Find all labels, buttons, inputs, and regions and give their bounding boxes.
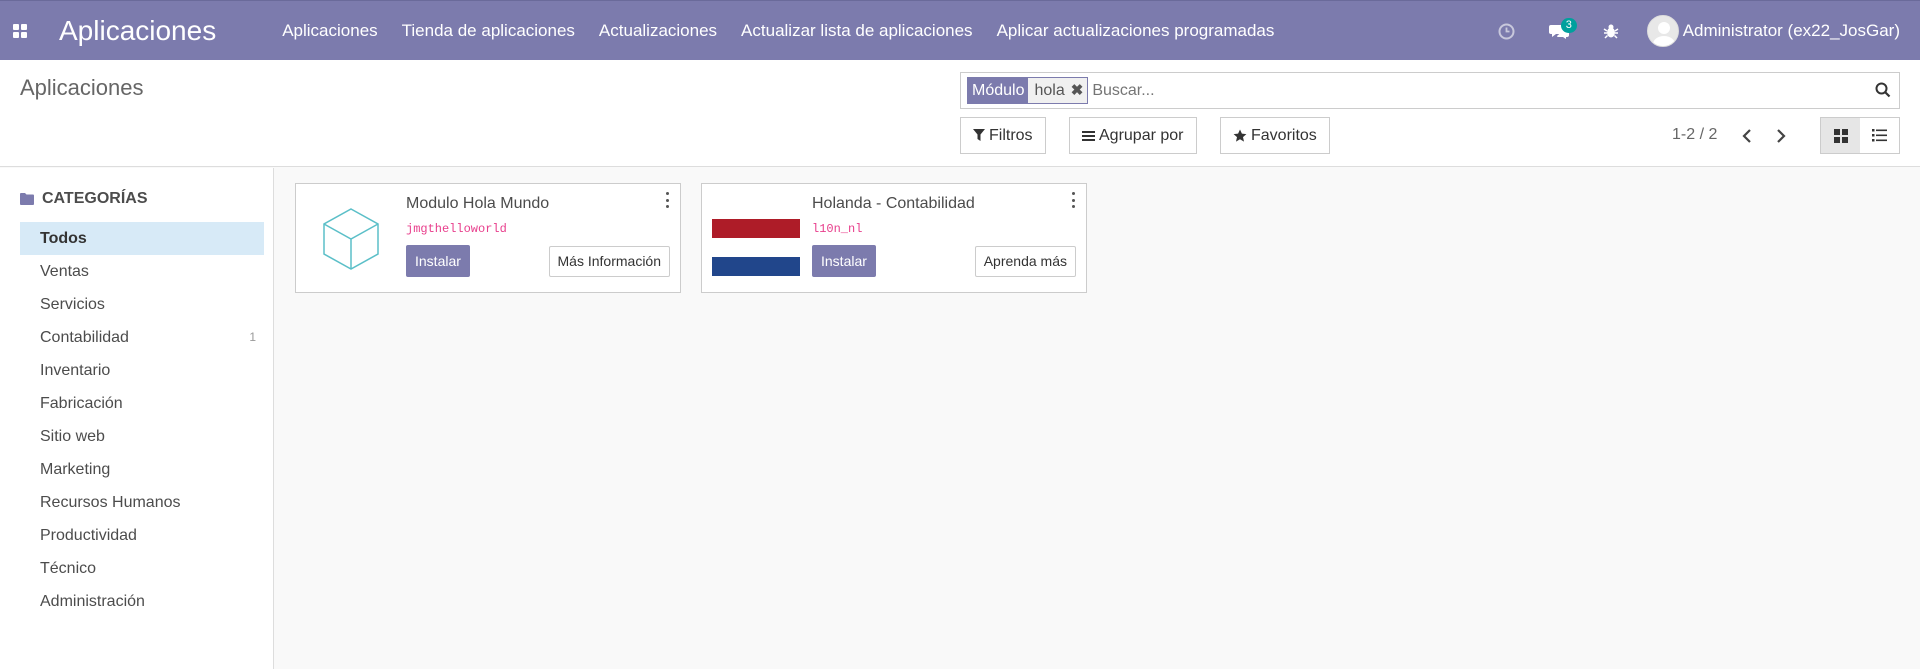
chat-icon[interactable]: 3 xyxy=(1533,1,1585,61)
menu-apps[interactable]: Aplicaciones xyxy=(270,1,389,61)
pager-next-icon[interactable] xyxy=(1771,126,1791,146)
category-label: Técnico xyxy=(40,560,97,577)
category-item-productivity[interactable]: Productividad xyxy=(20,519,264,552)
app-title: Modulo Hola Mundo xyxy=(406,195,550,212)
app-card[interactable]: Modulo Hola Mundo jmgthelloworld Instala… xyxy=(295,183,681,293)
category-item-marketing[interactable]: Marketing xyxy=(20,453,264,486)
app-title: Holanda - Contabilidad xyxy=(812,195,975,212)
bars-icon xyxy=(1082,130,1095,141)
category-item-technical[interactable]: Técnico xyxy=(20,552,264,585)
category-item-administration[interactable]: Administración xyxy=(20,585,264,618)
menu-updates[interactable]: Actualizaciones xyxy=(587,1,729,61)
categories-title: CATEGORÍAS xyxy=(42,190,148,207)
app-technical-name: l10n_nl xyxy=(812,222,863,236)
facet-remove-icon[interactable]: ✖ xyxy=(1071,78,1084,103)
breadcrumb: Aplicaciones xyxy=(20,75,144,100)
category-item-sales[interactable]: Ventas xyxy=(20,255,264,288)
bug-icon[interactable] xyxy=(1585,1,1637,61)
folder-icon xyxy=(20,193,34,205)
pager-previous-icon[interactable] xyxy=(1737,126,1757,146)
category-label: Administración xyxy=(40,593,145,610)
filter-icon xyxy=(973,129,985,141)
category-label: Ventas xyxy=(40,263,89,280)
category-item-website[interactable]: Sitio web xyxy=(20,420,264,453)
search-facet: Módulo hola ✖ xyxy=(967,77,1089,104)
category-label: Fabricación xyxy=(40,395,123,412)
pager-value[interactable]: 1-2 / 2 xyxy=(1672,126,1717,144)
menu-update-app-list[interactable]: Actualizar lista de aplicaciones xyxy=(729,1,985,61)
category-sidebar: CATEGORÍAS Todos Ventas Servicios Contab… xyxy=(0,168,274,669)
categories-header: CATEGORÍAS xyxy=(20,190,147,208)
view-switcher xyxy=(1820,117,1900,154)
category-label: Inventario xyxy=(40,362,111,379)
app-brand[interactable]: Aplicaciones xyxy=(59,15,216,47)
learn-more-button[interactable]: Aprenda más xyxy=(974,246,1076,277)
control-panel: Aplicaciones Módulo hola ✖ Filtros Agrup… xyxy=(0,60,1920,167)
systray: 3 Administrator (ex22_JosGar) xyxy=(1481,1,1900,61)
group-by-button[interactable]: Agrupar por xyxy=(1069,117,1197,154)
filters-button[interactable]: Filtros xyxy=(960,117,1046,154)
install-button[interactable]: Instalar xyxy=(406,245,470,277)
category-list: Todos Ventas Servicios Contabilidad 1 Inv… xyxy=(20,222,264,618)
kanban-view-icon[interactable] xyxy=(1821,118,1860,153)
category-label: Recursos Humanos xyxy=(40,494,181,511)
install-button[interactable]: Instalar xyxy=(812,245,876,277)
menu-apply-scheduled-upgrades[interactable]: Aplicar actualizaciones programadas xyxy=(985,1,1287,61)
category-label: Contabilidad xyxy=(40,329,129,346)
category-item-accounting[interactable]: Contabilidad 1 xyxy=(20,321,264,354)
category-count: 1 xyxy=(249,330,256,344)
facet-value: hola xyxy=(1034,82,1065,99)
category-label: Servicios xyxy=(40,296,105,313)
user-name: Administrator (ex22_JosGar) xyxy=(1682,21,1900,40)
group-by-label: Agrupar por xyxy=(1099,126,1184,144)
favorites-button[interactable]: Favoritos xyxy=(1220,117,1330,154)
menu-app-store[interactable]: Tienda de aplicaciones xyxy=(390,1,587,61)
apps-menu-icon[interactable] xyxy=(0,1,40,61)
facet-label: Módulo xyxy=(968,78,1029,103)
chat-badge: 3 xyxy=(1560,18,1577,33)
category-item-services[interactable]: Servicios xyxy=(20,288,264,321)
favorites-label: Favoritos xyxy=(1251,126,1317,144)
category-label: Todos xyxy=(40,230,87,247)
top-navbar: Aplicaciones Aplicaciones Tienda de apli… xyxy=(0,0,1920,60)
search-icon[interactable] xyxy=(1875,82,1891,103)
category-item-inventory[interactable]: Inventario xyxy=(20,354,264,387)
category-label: Productividad xyxy=(40,527,137,544)
netherlands-flag-icon xyxy=(712,194,802,284)
facet-value-wrap: hola ✖ xyxy=(1028,78,1088,103)
category-item-manufacturing[interactable]: Fabricación xyxy=(20,387,264,420)
avatar xyxy=(1646,15,1679,47)
more-info-button[interactable]: Más Información xyxy=(548,246,670,277)
card-options-icon[interactable] xyxy=(664,192,670,208)
search-bar: Módulo hola ✖ xyxy=(960,72,1900,109)
star-icon xyxy=(1233,129,1247,142)
cube-icon xyxy=(306,194,396,284)
filters-label: Filtros xyxy=(989,126,1033,144)
search-input[interactable] xyxy=(1092,81,1899,100)
category-label: Marketing xyxy=(40,461,111,478)
card-options-icon[interactable] xyxy=(1070,192,1076,208)
list-view-icon[interactable] xyxy=(1860,118,1899,153)
user-menu[interactable]: Administrator (ex22_JosGar) xyxy=(1646,15,1900,47)
clock-icon[interactable] xyxy=(1481,1,1533,61)
category-item-all[interactable]: Todos xyxy=(20,222,264,255)
category-label: Sitio web xyxy=(40,428,105,445)
app-technical-name: jmgthelloworld xyxy=(406,222,507,236)
category-item-hr[interactable]: Recursos Humanos xyxy=(20,486,264,519)
app-card[interactable]: Holanda - Contabilidad l10n_nl Instalar … xyxy=(701,183,1087,293)
main-menu: Aplicaciones Tienda de aplicaciones Actu… xyxy=(270,1,1286,61)
